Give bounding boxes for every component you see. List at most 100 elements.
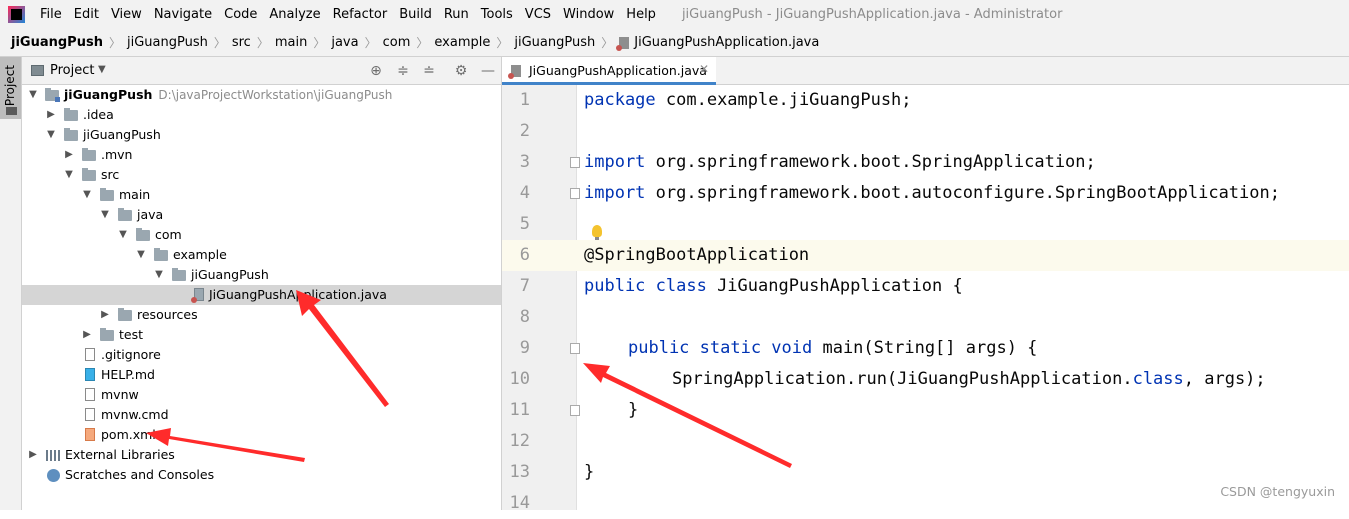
menu-build[interactable]: Build	[393, 0, 438, 29]
fold-marker-icon[interactable]	[570, 157, 580, 168]
expand-all-icon[interactable]: ≑	[395, 63, 411, 79]
tree-item-gitignore[interactable]: .gitignore	[22, 345, 501, 365]
tree-item-com[interactable]: ▼ com	[22, 225, 501, 245]
breadcrumb-separator-icon: 〉	[108, 36, 121, 50]
chevron-right-icon[interactable]: ▶	[63, 145, 75, 165]
editor-tab-application-java[interactable]: JiGuangPushApplication.java ✕	[502, 57, 716, 85]
lightbulb-icon[interactable]	[592, 225, 602, 240]
menu-help[interactable]: Help	[620, 0, 662, 29]
tree-item-project-root[interactable]: ▼ jiGuangPush D:\javaProjectWorkstation\j…	[22, 85, 501, 105]
tree-item-scratches[interactable]: Scratches and Consoles	[22, 465, 501, 485]
project-tool-tab[interactable]: Project	[0, 57, 21, 119]
minimize-icon[interactable]: —	[480, 63, 496, 79]
line-number: 10	[509, 369, 530, 389]
chevron-down-icon[interactable]: ▼	[63, 165, 75, 185]
tree-item-idea[interactable]: ▶ .idea	[22, 105, 501, 125]
tree-item-main[interactable]: ▼ main	[22, 185, 501, 205]
gear-icon[interactable]: ⚙	[453, 63, 469, 79]
tree-item-label: External Libraries	[65, 447, 175, 462]
chevron-down-icon[interactable]: ▼	[117, 225, 129, 245]
chevron-down-icon[interactable]: ▼	[81, 185, 93, 205]
folder-icon	[64, 108, 78, 121]
chevron-right-icon[interactable]: ▶	[81, 325, 93, 345]
menu-edit[interactable]: Edit	[68, 0, 105, 29]
tree-item-label: jiGuangPush	[83, 127, 161, 142]
collapse-all-icon[interactable]: ≐	[421, 63, 437, 79]
code-text: com.example.jiGuangPush;	[655, 90, 912, 110]
tree-item-label: jiGuangPush D:\javaProjectWorkstation\jiG…	[64, 87, 393, 102]
breadcrumb-src[interactable]: src	[232, 35, 251, 50]
breadcrumb-com[interactable]: com	[383, 35, 411, 50]
breadcrumb-module[interactable]: jiGuangPush	[127, 35, 208, 50]
breadcrumb-java[interactable]: java	[331, 35, 358, 50]
chevron-right-icon[interactable]: ▶	[99, 305, 111, 325]
tree-item-example[interactable]: ▼ example	[22, 245, 501, 265]
breadcrumb-package[interactable]: jiGuangPush	[514, 35, 595, 50]
fold-marker-icon[interactable]	[570, 188, 580, 199]
line-number: 1	[519, 90, 530, 110]
code-line-7: public class JiGuangPushApplication {	[584, 271, 963, 302]
chevron-down-icon[interactable]: ▼	[99, 205, 111, 225]
tree-item-help-md[interactable]: HELP.md	[22, 365, 501, 385]
tree-item-label: pom.xml	[101, 427, 156, 442]
code-text: main(String[] args) {	[812, 338, 1038, 358]
tree-item-application-java[interactable]: JiGuangPushApplication.java	[22, 285, 501, 305]
folder-icon	[136, 228, 150, 241]
menu-code[interactable]: Code	[218, 0, 263, 29]
text-file-icon	[85, 408, 95, 421]
chevron-down-icon[interactable]: ▼	[98, 64, 106, 75]
line-number: 14	[509, 493, 530, 513]
tree-item-test[interactable]: ▶ test	[22, 325, 501, 345]
fold-marker-icon[interactable]	[570, 405, 580, 416]
chevron-right-icon[interactable]: ▶	[27, 445, 39, 465]
code-text: SpringApplication.run(JiGuangPushApplica…	[672, 369, 1133, 389]
chevron-down-icon[interactable]: ▼	[45, 125, 57, 145]
editor-tab-bar: JiGuangPushApplication.java ✕	[502, 57, 1349, 85]
menu-analyze[interactable]: Analyze	[263, 0, 326, 29]
tree-item-mvn[interactable]: ▶ .mvn	[22, 145, 501, 165]
breadcrumb-project[interactable]: jiGuangPush	[11, 35, 103, 50]
java-file-icon	[508, 65, 521, 79]
tree-item-package[interactable]: ▼ jiGuangPush	[22, 265, 501, 285]
chevron-down-icon[interactable]: ▼	[135, 245, 147, 265]
code-editor[interactable]: JiGuangPushApplication.java ✕ 1 2 3 4 5 …	[502, 57, 1349, 513]
close-icon[interactable]: ✕	[699, 62, 709, 76]
file-icon	[85, 348, 95, 361]
menu-bar: File Edit View Navigate Code Analyze Ref…	[0, 0, 1349, 29]
menu-view[interactable]: View	[105, 0, 148, 29]
breadcrumb-example[interactable]: example	[434, 35, 490, 50]
tree-item-label: HELP.md	[101, 367, 155, 382]
menu-tools[interactable]: Tools	[475, 0, 519, 29]
menu-window[interactable]: Window	[557, 0, 620, 29]
menu-run[interactable]: Run	[438, 0, 475, 29]
tree-item-external-libraries[interactable]: ▶ External Libraries	[22, 445, 501, 465]
breadcrumb-main[interactable]: main	[275, 35, 307, 50]
breadcrumb-file[interactable]: JiGuangPushApplication.java	[634, 35, 819, 50]
menu-vcs[interactable]: VCS	[519, 0, 557, 29]
folder-icon	[100, 188, 114, 201]
menu-refactor[interactable]: Refactor	[327, 0, 394, 29]
menu-file[interactable]: File	[34, 0, 68, 29]
line-number: 12	[509, 431, 530, 451]
fold-marker-icon[interactable]	[570, 343, 580, 354]
tree-item-mvnw-cmd[interactable]: mvnw.cmd	[22, 405, 501, 425]
tree-item-label: .mvn	[101, 147, 133, 162]
window-title: jiGuangPush - JiGuangPushApplication.jav…	[681, 7, 1063, 22]
locate-target-icon[interactable]: ⊕	[368, 63, 384, 79]
project-view-icon	[31, 65, 44, 76]
folder-icon	[118, 208, 132, 221]
tree-item-label: mvnw.cmd	[101, 407, 169, 422]
chevron-down-icon[interactable]: ▼	[27, 85, 39, 105]
tree-item-java[interactable]: ▼ java	[22, 205, 501, 225]
tree-item-pom-xml[interactable]: pom.xml	[22, 425, 501, 445]
tree-item-module[interactable]: ▼ jiGuangPush	[22, 125, 501, 145]
chevron-right-icon[interactable]: ▶	[45, 105, 57, 125]
tree-item-resources[interactable]: ▶ resources	[22, 305, 501, 325]
chevron-down-icon[interactable]: ▼	[153, 265, 165, 285]
project-panel-title[interactable]: Project	[50, 63, 94, 78]
tree-item-mvnw[interactable]: mvnw	[22, 385, 501, 405]
tree-item-label: src	[101, 167, 120, 182]
menu-navigate[interactable]: Navigate	[148, 0, 218, 29]
line-number: 2	[519, 121, 530, 141]
tree-item-src[interactable]: ▼ src	[22, 165, 501, 185]
